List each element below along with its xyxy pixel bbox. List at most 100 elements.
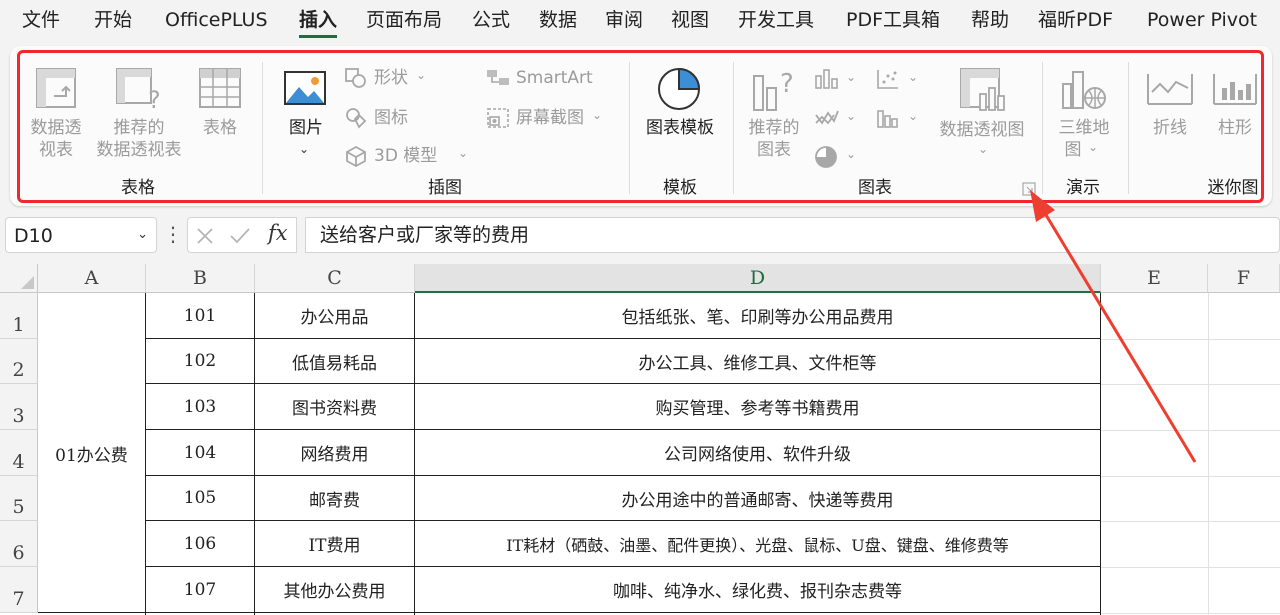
pivot-table-label-2[interactable]: 视表 bbox=[27, 140, 85, 160]
tab-formulas[interactable]: 公式 bbox=[472, 8, 510, 32]
row-header-7[interactable]: 7 bbox=[0, 567, 38, 613]
sparkline-line-label[interactable]: 折线 bbox=[1148, 118, 1192, 138]
name-cell[interactable]: 网络费用 bbox=[255, 430, 414, 475]
icons-label[interactable]: 图标 bbox=[374, 108, 408, 128]
chevron-down-icon[interactable]: ⌄ bbox=[137, 227, 148, 242]
code-cell[interactable]: 107 bbox=[146, 567, 254, 612]
enter-check-icon[interactable] bbox=[229, 227, 251, 245]
name-cell[interactable]: 邮寄费 bbox=[255, 476, 414, 520]
row-header-5[interactable]: 5 bbox=[0, 476, 38, 521]
picture-label[interactable]: 图片 bbox=[280, 118, 332, 138]
gridline bbox=[1101, 567, 1280, 568]
column-header-a[interactable]: A bbox=[38, 264, 146, 293]
row-header-4[interactable]: 4 bbox=[0, 430, 38, 476]
code-cell[interactable]: 106 bbox=[146, 521, 254, 566]
map-3d-label-1[interactable]: 三维地 bbox=[1053, 118, 1115, 138]
code-cell[interactable]: 105 bbox=[146, 476, 254, 520]
recommended-charts-label-1[interactable]: 推荐的 bbox=[742, 118, 806, 138]
pie-chart-icon bbox=[815, 146, 837, 168]
column-header-c[interactable]: C bbox=[255, 264, 415, 293]
tab-home[interactable]: 开始 bbox=[94, 8, 132, 32]
tab-file[interactable]: 文件 bbox=[22, 8, 60, 32]
column-chart-dropdown-chevron[interactable]: ⌄ bbox=[846, 70, 856, 84]
pie-chart-dropdown-chevron[interactable]: ⌄ bbox=[846, 147, 856, 161]
table-label[interactable]: 表格 bbox=[196, 118, 244, 138]
column-header-f[interactable]: F bbox=[1208, 264, 1280, 293]
name-cell[interactable]: IT费用 bbox=[255, 521, 414, 566]
screenshot-label[interactable]: 屏幕截图 bbox=[516, 108, 584, 128]
desc-cell[interactable]: 购买管理、参考等书籍费用 bbox=[415, 384, 1100, 429]
column-header-d[interactable]: D bbox=[415, 264, 1101, 293]
group-separator bbox=[1042, 62, 1043, 194]
pivot-chart-dropdown-chevron[interactable]: ⌄ bbox=[978, 142, 988, 156]
recommended-pivot-label-1[interactable]: 推荐的 bbox=[92, 118, 186, 138]
desc-cell[interactable]: 公司网络使用、软件升级 bbox=[415, 430, 1100, 475]
chart-dialog-launcher-icon[interactable] bbox=[1022, 182, 1036, 196]
scatter-chart-dropdown-chevron[interactable]: ⌄ bbox=[908, 70, 918, 84]
pivot-chart-label[interactable]: 数据透视图 bbox=[934, 120, 1030, 140]
model-3d-dropdown-chevron[interactable]: ⌄ bbox=[458, 146, 468, 160]
insert-function-icon[interactable]: fx bbox=[268, 221, 288, 245]
name-box[interactable]: D10 ⌄ bbox=[5, 217, 157, 253]
code-cell[interactable]: 104 bbox=[146, 430, 254, 475]
tab-review[interactable]: 审阅 bbox=[605, 8, 643, 32]
screenshot-dropdown-chevron[interactable]: ⌄ bbox=[592, 108, 602, 122]
table-border bbox=[38, 612, 1101, 613]
tab-view[interactable]: 视图 bbox=[671, 8, 709, 32]
recommended-charts-label-2[interactable]: 图表 bbox=[742, 140, 806, 160]
model-3d-label[interactable]: 3D 模型 bbox=[374, 146, 437, 166]
row-number: 5 bbox=[12, 496, 25, 518]
code-cell[interactable]: 103 bbox=[146, 384, 254, 429]
row-header-2[interactable]: 2 bbox=[0, 339, 38, 384]
column-header-b[interactable]: B bbox=[146, 264, 255, 293]
desc-cell[interactable]: IT耗材（硒鼓、油墨、配件更换）、光盘、鼠标、U盘、键盘、维修费等 bbox=[415, 521, 1100, 566]
menu-bar: 文件 开始 OfficePLUS 插入 页面布局 公式 数据 审阅 视图 开发工… bbox=[0, 0, 1280, 44]
line-chart-dropdown-chevron[interactable]: ⌄ bbox=[846, 109, 856, 123]
smartart-label[interactable]: SmartArt bbox=[516, 68, 593, 88]
recommended-pivot-label-2[interactable]: 数据透视表 bbox=[92, 140, 186, 160]
desc-cell[interactable]: 咖啡、纯净水、绿化费、报刊杂志费等 bbox=[415, 567, 1100, 612]
sparkline-column-label[interactable]: 柱形 bbox=[1213, 118, 1257, 138]
row-header-3[interactable]: 3 bbox=[0, 384, 38, 430]
select-all-corner[interactable] bbox=[0, 264, 38, 293]
tab-insert[interactable]: 插入 bbox=[299, 8, 338, 38]
category-cell[interactable]: 01办公费 bbox=[38, 293, 145, 613]
column-header-e[interactable]: E bbox=[1101, 264, 1208, 293]
tab-foxit-pdf[interactable]: 福昕PDF bbox=[1038, 8, 1113, 32]
name-cell[interactable]: 其他办公费用 bbox=[255, 567, 414, 612]
tab-help[interactable]: 帮助 bbox=[971, 8, 1009, 32]
shapes-dropdown-chevron[interactable]: ⌄ bbox=[416, 68, 426, 82]
code-cell[interactable]: 101 bbox=[146, 293, 254, 338]
pivot-chart-icon bbox=[960, 68, 1005, 111]
map-3d-dropdown-chevron[interactable]: ⌄ bbox=[1088, 140, 1098, 154]
tab-officeplus[interactable]: OfficePLUS bbox=[165, 8, 268, 32]
row-header-1[interactable]: 1 bbox=[0, 293, 38, 339]
name-cell[interactable]: 图书资料费 bbox=[255, 384, 414, 429]
formula-input[interactable]: 送给客户或厂家等的费用 bbox=[305, 217, 1280, 253]
pivot-table-label-1[interactable]: 数据透 bbox=[27, 118, 85, 138]
tab-data[interactable]: 数据 bbox=[539, 8, 577, 32]
map-3d-label-2[interactable]: 图 bbox=[1063, 140, 1083, 160]
desc-cell[interactable]: 办公工具、维修工具、文件柜等 bbox=[415, 339, 1100, 383]
tab-pdf-toolbox[interactable]: PDF工具箱 bbox=[846, 8, 940, 32]
shapes-icon bbox=[345, 68, 366, 88]
name-cell[interactable]: 低值易耗品 bbox=[255, 339, 414, 383]
combo-chart-dropdown-chevron[interactable]: ⌄ bbox=[908, 109, 918, 123]
tab-power-pivot[interactable]: Power Pivot bbox=[1147, 8, 1257, 32]
screenshot-icon bbox=[487, 108, 509, 128]
cube-3d-model-icon bbox=[346, 145, 366, 167]
desc-cell[interactable]: 办公用途中的普通邮寄、快递等费用 bbox=[415, 476, 1100, 520]
formula-buttons: fx bbox=[187, 217, 297, 253]
code-cell[interactable]: 102 bbox=[146, 339, 254, 383]
shapes-label[interactable]: 形状 bbox=[374, 68, 408, 88]
desc-cell[interactable]: 包括纸张、笔、印刷等办公用品费用 bbox=[415, 293, 1100, 338]
name-cell[interactable]: 办公用品 bbox=[255, 293, 414, 338]
tab-page-layout[interactable]: 页面布局 bbox=[366, 8, 442, 32]
tab-developer[interactable]: 开发工具 bbox=[738, 8, 814, 32]
more-options-icon[interactable]: ⋮ bbox=[163, 222, 183, 246]
cancel-icon[interactable] bbox=[196, 227, 214, 245]
row-header-6[interactable]: 6 bbox=[0, 521, 38, 567]
chart-template-pie-icon bbox=[658, 67, 701, 110]
picture-dropdown-chevron[interactable]: ⌄ bbox=[299, 142, 309, 156]
chart-template-label[interactable]: 图表模板 bbox=[642, 118, 718, 138]
